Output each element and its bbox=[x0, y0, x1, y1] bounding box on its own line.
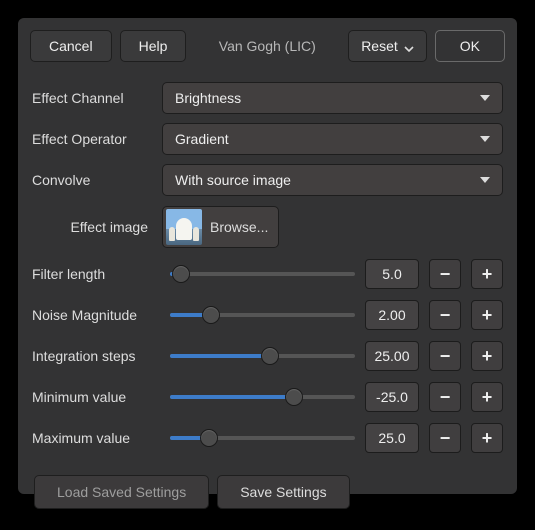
decrement-integration-steps[interactable]: − bbox=[429, 341, 461, 371]
row-filter-length: Filter length 5.0 − + bbox=[32, 256, 503, 292]
row-integration-steps: Integration steps 25.00 − + bbox=[32, 338, 503, 374]
label-maximum-value: Maximum value bbox=[32, 430, 160, 446]
increment-noise-magnitude[interactable]: + bbox=[471, 300, 503, 330]
select-effect-channel-value: Brightness bbox=[175, 90, 241, 106]
increment-filter-length[interactable]: + bbox=[471, 259, 503, 289]
label-filter-length: Filter length bbox=[32, 266, 160, 282]
select-convolve[interactable]: With source image bbox=[162, 164, 503, 196]
slider-filter-length[interactable] bbox=[170, 264, 355, 284]
select-effect-channel[interactable]: Brightness bbox=[162, 82, 503, 114]
dropdown-arrow-icon bbox=[480, 177, 490, 183]
row-effect-channel: Effect Channel Brightness bbox=[32, 80, 503, 116]
load-settings-button[interactable]: Load Saved Settings bbox=[34, 475, 209, 509]
select-effect-operator-value: Gradient bbox=[175, 131, 229, 147]
effect-image-thumbnail bbox=[166, 209, 202, 245]
slider-maximum-value[interactable] bbox=[170, 428, 355, 448]
dialog-title: Van Gogh (LIC) bbox=[194, 38, 340, 54]
select-effect-operator[interactable]: Gradient bbox=[162, 123, 503, 155]
chevron-down-icon bbox=[404, 41, 414, 51]
browse-effect-image[interactable]: Browse... bbox=[162, 206, 279, 248]
decrement-maximum-value[interactable]: − bbox=[429, 423, 461, 453]
value-minimum-value[interactable]: -25.0 bbox=[365, 382, 419, 412]
row-noise-magnitude: Noise Magnitude 2.00 − + bbox=[32, 297, 503, 333]
decrement-noise-magnitude[interactable]: − bbox=[429, 300, 461, 330]
value-filter-length[interactable]: 5.0 bbox=[365, 259, 419, 289]
footer: Load Saved Settings Save Settings bbox=[32, 475, 503, 509]
slider-minimum-value[interactable] bbox=[170, 387, 355, 407]
label-integration-steps: Integration steps bbox=[32, 348, 160, 364]
toolbar: Cancel Help Van Gogh (LIC) Reset OK bbox=[30, 30, 505, 62]
dialog-panel: Cancel Help Van Gogh (LIC) Reset OK Effe… bbox=[18, 18, 517, 494]
row-minimum-value: Minimum value -25.0 − + bbox=[32, 379, 503, 415]
ok-button[interactable]: OK bbox=[435, 30, 505, 62]
value-integration-steps[interactable]: 25.00 bbox=[365, 341, 419, 371]
row-maximum-value: Maximum value 25.0 − + bbox=[32, 420, 503, 456]
label-convolve: Convolve bbox=[32, 172, 152, 188]
save-settings-button[interactable]: Save Settings bbox=[217, 475, 349, 509]
row-effect-image: Effect image Browse... bbox=[32, 203, 503, 251]
slider-integration-steps[interactable] bbox=[170, 346, 355, 366]
label-effect-image: Effect image bbox=[32, 219, 152, 235]
dropdown-arrow-icon bbox=[480, 95, 490, 101]
value-maximum-value[interactable]: 25.0 bbox=[365, 423, 419, 453]
reset-label: Reset bbox=[361, 38, 398, 54]
decrement-minimum-value[interactable]: − bbox=[429, 382, 461, 412]
row-effect-operator: Effect Operator Gradient bbox=[32, 121, 503, 157]
increment-integration-steps[interactable]: + bbox=[471, 341, 503, 371]
cancel-button[interactable]: Cancel bbox=[30, 30, 112, 62]
help-button[interactable]: Help bbox=[120, 30, 187, 62]
increment-maximum-value[interactable]: + bbox=[471, 423, 503, 453]
label-minimum-value: Minimum value bbox=[32, 389, 160, 405]
form: Effect Channel Brightness Effect Operato… bbox=[30, 80, 505, 509]
dropdown-arrow-icon bbox=[480, 136, 490, 142]
select-convolve-value: With source image bbox=[175, 172, 291, 188]
reset-button[interactable]: Reset bbox=[348, 30, 427, 62]
increment-minimum-value[interactable]: + bbox=[471, 382, 503, 412]
label-effect-channel: Effect Channel bbox=[32, 90, 152, 106]
slider-noise-magnitude[interactable] bbox=[170, 305, 355, 325]
browse-label: Browse... bbox=[210, 219, 268, 235]
row-convolve: Convolve With source image bbox=[32, 162, 503, 198]
decrement-filter-length[interactable]: − bbox=[429, 259, 461, 289]
value-noise-magnitude[interactable]: 2.00 bbox=[365, 300, 419, 330]
label-noise-magnitude: Noise Magnitude bbox=[32, 307, 160, 323]
label-effect-operator: Effect Operator bbox=[32, 131, 152, 147]
